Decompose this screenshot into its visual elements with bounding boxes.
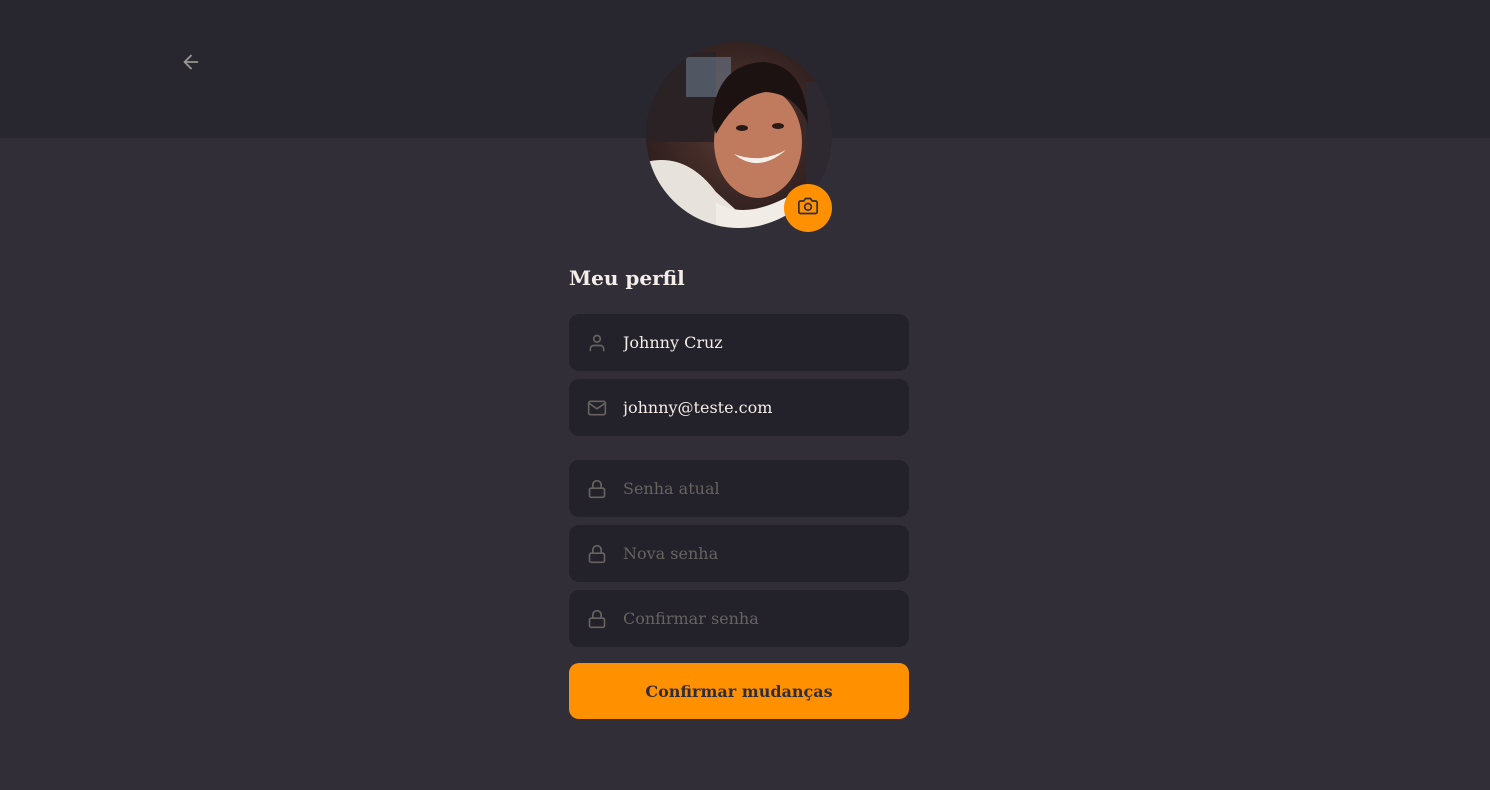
confirm-password-field[interactable] (569, 590, 909, 647)
arrow-left-icon (180, 51, 202, 77)
email-input[interactable] (623, 398, 909, 417)
change-avatar-button[interactable] (784, 184, 832, 232)
new-password-input[interactable] (623, 544, 909, 563)
back-button[interactable] (176, 50, 206, 78)
mail-icon (587, 398, 607, 418)
lock-icon (587, 609, 607, 629)
avatar-container (646, 42, 832, 232)
old-password-field[interactable] (569, 460, 909, 517)
name-field[interactable] (569, 314, 909, 371)
camera-icon (798, 196, 818, 220)
confirm-password-input[interactable] (623, 609, 909, 628)
old-password-input[interactable] (623, 479, 909, 498)
confirm-changes-button[interactable]: Confirmar mudanças (569, 663, 909, 719)
email-field[interactable] (569, 379, 909, 436)
profile-form: Meu perfil Johnny Cruz johnny@teste.com … (569, 262, 909, 719)
lock-icon (587, 544, 607, 564)
page-title: Meu perfil (569, 266, 685, 290)
user-icon (587, 333, 607, 353)
new-password-field[interactable] (569, 525, 909, 582)
lock-icon (587, 479, 607, 499)
name-input[interactable] (623, 333, 909, 352)
